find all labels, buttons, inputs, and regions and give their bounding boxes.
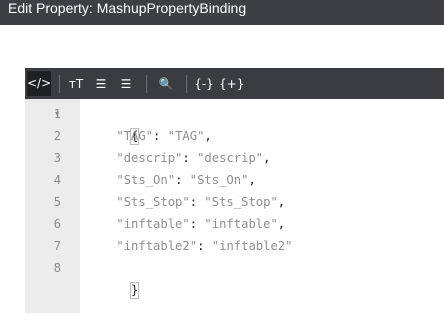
comma: , bbox=[263, 151, 271, 165]
line-number: 7 bbox=[53, 239, 61, 253]
json-key: "Sts_On" bbox=[116, 173, 176, 187]
json-value: "Sts_On" bbox=[189, 173, 249, 187]
window-titlebar: Edit Property: MashupPropertyBinding bbox=[0, 0, 444, 25]
code-view-button[interactable]: </> bbox=[27, 71, 51, 96]
json-value: "Sts_Stop" bbox=[204, 195, 278, 209]
text-size-button[interactable]: тТ bbox=[65, 73, 87, 95]
json-key: "descrip" bbox=[116, 151, 183, 165]
json-value: "inftable2" bbox=[211, 239, 293, 253]
window-title: Edit Property: MashupPropertyBinding bbox=[8, 0, 247, 16]
json-value: "inftable" bbox=[204, 217, 278, 231]
format-button[interactable]: {-} bbox=[193, 73, 215, 95]
code-icon: </> bbox=[27, 76, 52, 90]
code-line: { bbox=[87, 103, 140, 145]
json-key: "inftable2" bbox=[116, 239, 198, 253]
format-braces-icon: {-} bbox=[194, 77, 214, 91]
toolbar-separator bbox=[146, 75, 147, 93]
outdent-icon: ☰ bbox=[120, 77, 132, 91]
json-value: "descrip" bbox=[197, 151, 264, 165]
json-editor: </> тТ ☰ ☰ 🔍 {-} {+} 1 ▾ 2 3 4 5 6 7 8 {… bbox=[25, 68, 444, 313]
comma: , bbox=[277, 195, 286, 209]
comma: , bbox=[277, 217, 286, 231]
line-number: 8 bbox=[53, 261, 61, 275]
code-line: "Sts_On": "Sts_On", bbox=[116, 173, 256, 187]
code-line: "descrip": "descrip", bbox=[116, 151, 271, 165]
editor-toolbar: </> тТ ☰ ☰ 🔍 {-} {+} bbox=[25, 68, 444, 99]
line-number: 3 bbox=[53, 151, 61, 165]
outdent-button[interactable]: ☰ bbox=[115, 73, 137, 95]
code-line: "inftable": "inftable", bbox=[116, 217, 286, 231]
comma: , bbox=[248, 173, 256, 187]
text-size-icon: тТ bbox=[68, 77, 84, 91]
line-number-gutter: 1 ▾ 2 3 4 5 6 7 8 bbox=[25, 99, 80, 313]
compact-braces-icon: {+} bbox=[219, 77, 245, 91]
indent-icon: ☰ bbox=[95, 77, 107, 91]
close-brace: } bbox=[129, 282, 140, 299]
compact-button[interactable]: {+} bbox=[219, 73, 245, 95]
toolbar-separator bbox=[59, 75, 60, 93]
line-number: 5 bbox=[53, 195, 61, 209]
code-line: "Sts_Stop": "Sts_Stop", bbox=[116, 195, 286, 209]
line-number: 6 bbox=[53, 217, 61, 231]
comma: , bbox=[204, 129, 212, 143]
code-line: "inftable2": "inftable2" bbox=[116, 239, 293, 253]
line-number: 4 bbox=[53, 173, 61, 187]
code-line: "TAG": "TAG", bbox=[116, 129, 212, 143]
search-icon: 🔍 bbox=[158, 77, 174, 91]
json-key: "inftable" bbox=[116, 217, 190, 231]
json-key: "Sts_Stop" bbox=[116, 195, 190, 209]
code-area[interactable]: { "TAG": "TAG", "descrip": "descrip", "S… bbox=[80, 99, 444, 313]
toolbar-separator bbox=[186, 75, 187, 93]
fold-toggle-icon[interactable]: ▾ bbox=[55, 103, 59, 125]
indent-button[interactable]: ☰ bbox=[90, 73, 112, 95]
json-key: "TAG" bbox=[116, 129, 154, 143]
json-value: "TAG" bbox=[167, 129, 205, 143]
search-button[interactable]: 🔍 bbox=[155, 73, 177, 95]
code-line: } bbox=[87, 257, 140, 299]
line-number: 2 bbox=[53, 129, 61, 143]
